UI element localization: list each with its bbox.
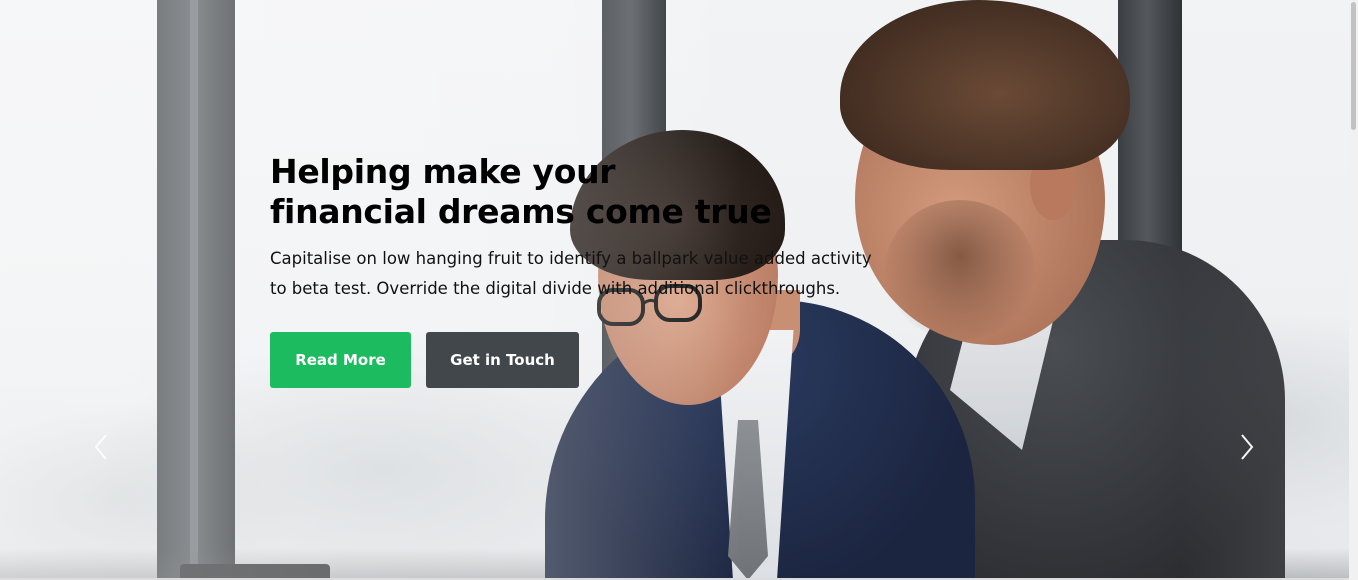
carousel-prev-button[interactable] <box>90 432 112 462</box>
hero-title-line: financial dreams come true <box>270 192 772 231</box>
carousel-next-button[interactable] <box>1236 432 1258 462</box>
scrollbar-thumb[interactable] <box>1351 2 1356 130</box>
hero-description: Capitalise on low hanging fruit to ident… <box>270 244 880 304</box>
hero-carousel: Helping make your financial dreams come … <box>0 0 1349 578</box>
hero-description-line: to beta test. Override the digital divid… <box>270 279 841 298</box>
hero-caption: Helping make your financial dreams come … <box>270 152 890 304</box>
hero-title-line: Helping make your <box>270 152 616 191</box>
read-more-button[interactable]: Read More <box>270 332 411 388</box>
hero-title: Helping make your financial dreams come … <box>270 152 890 232</box>
hero-buttons: Read More Get in Touch <box>270 332 579 388</box>
chevron-left-icon <box>94 434 107 460</box>
get-in-touch-button[interactable]: Get in Touch <box>426 332 579 388</box>
page-scrollbar[interactable] <box>1349 0 1358 580</box>
hero-description-line: Capitalise on low hanging fruit to ident… <box>270 249 872 268</box>
chevron-right-icon <box>1241 434 1254 460</box>
